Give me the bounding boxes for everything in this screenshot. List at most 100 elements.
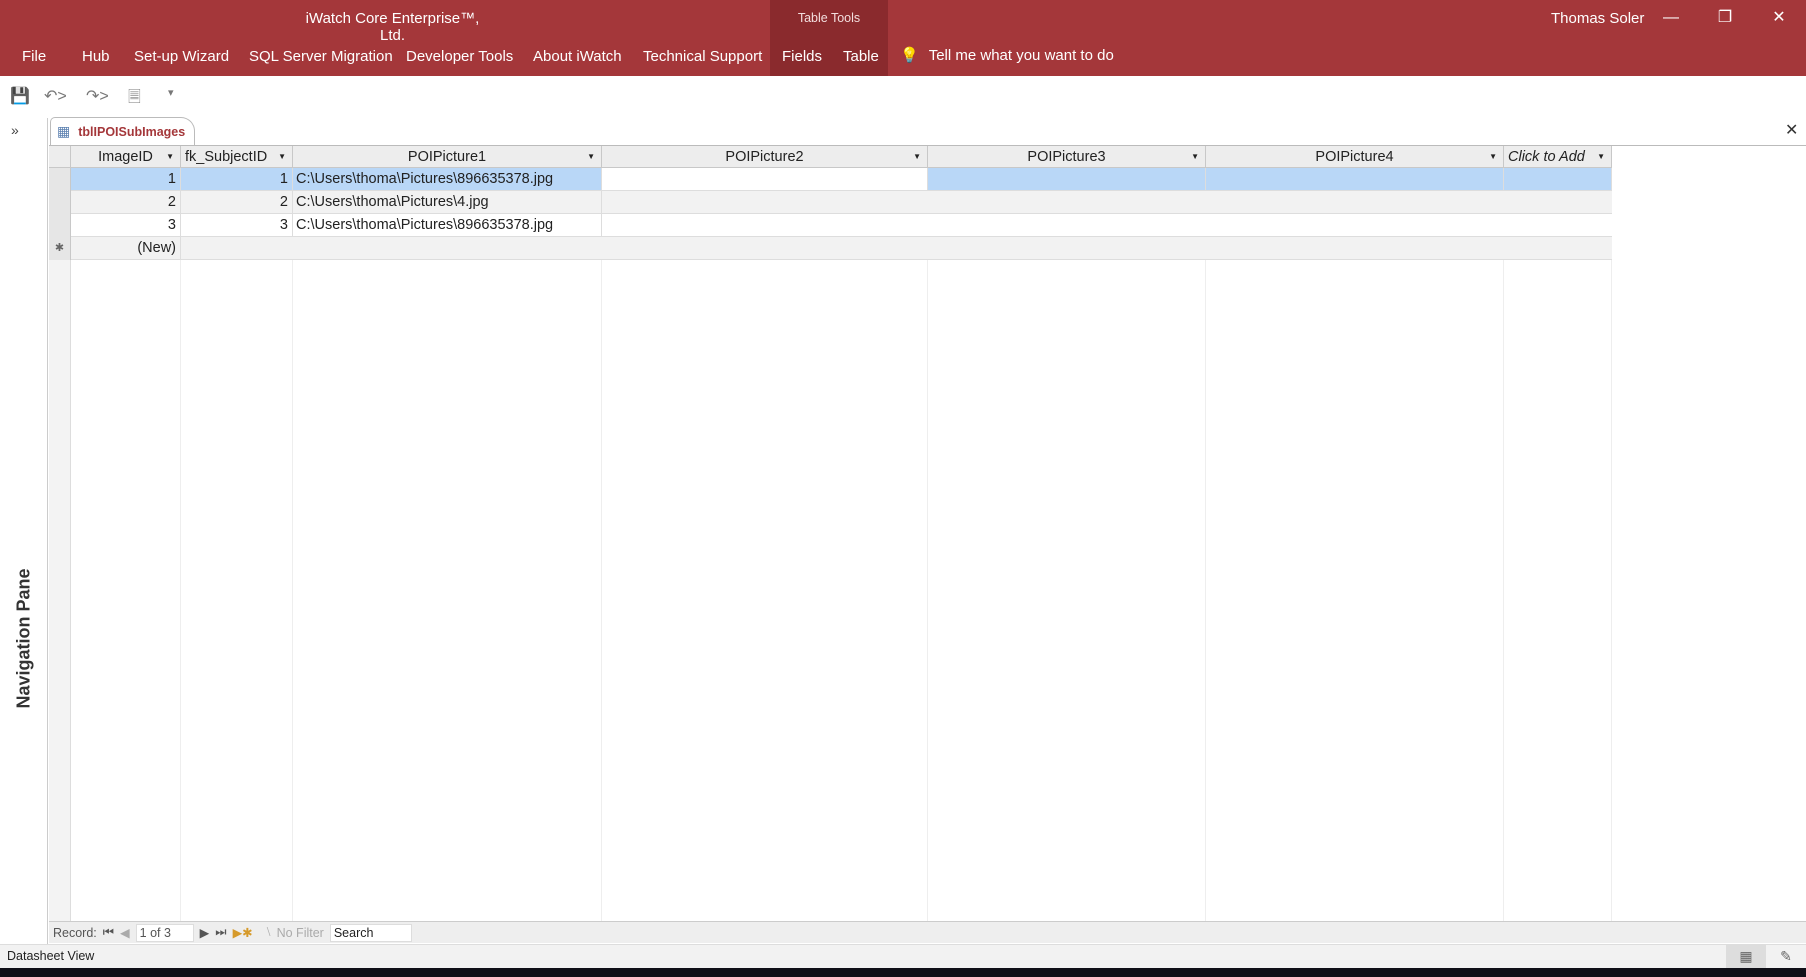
document-tab[interactable]: ▦ tblIPOISubImages: [50, 117, 195, 145]
record-navigation-bar: Record: ⏮ ◀ 1 of 3 ▶ ⏭ ▶✱ ⧵ No Filter Se…: [49, 921, 1806, 943]
dropdown-arrow-icon[interactable]: ▼: [278, 146, 286, 168]
header-label: Click to Add: [1508, 149, 1585, 165]
customize-qat-icon[interactable]: ▾: [168, 86, 174, 108]
column-header-poipicture3[interactable]: POIPicture3 ▼: [928, 146, 1206, 168]
navigation-pane[interactable]: » Navigation Pane: [0, 118, 48, 944]
menu-fields[interactable]: Fields: [782, 48, 822, 65]
cell-poipicture2[interactable]: [602, 168, 928, 190]
first-record-icon[interactable]: ⏮: [103, 925, 114, 940]
cell-imageid[interactable]: 1: [71, 168, 181, 190]
header-label: POIPicture4: [1315, 149, 1394, 165]
dropdown-arrow-icon[interactable]: ▼: [1597, 146, 1605, 168]
cell-poipicture1[interactable]: C:\Users\thoma\Pictures\4.jpg: [293, 191, 602, 213]
cell-click-to-add[interactable]: [1504, 168, 1612, 190]
column-header-click-to-add[interactable]: Click to Add ▼: [1504, 146, 1612, 168]
menu-table[interactable]: Table: [843, 48, 879, 65]
row-selector[interactable]: [49, 214, 71, 237]
title-bar: Table Tools iWatch Core Enterprise™, Ltd…: [0, 0, 1806, 76]
dropdown-arrow-icon[interactable]: ▼: [1489, 146, 1497, 168]
row-selector[interactable]: [49, 168, 71, 191]
undo-icon[interactable]: ↶˃: [44, 86, 67, 108]
new-record-asterisk-icon[interactable]: ✱: [49, 237, 71, 260]
header-label: POIPicture3: [1027, 149, 1106, 165]
current-record-input[interactable]: 1 of 3: [135, 923, 194, 942]
cell-poipicture1[interactable]: C:\Users\thoma\Pictures\896635378.jpg: [293, 214, 602, 236]
last-record-icon[interactable]: ⏭: [215, 925, 226, 940]
redo-icon[interactable]: ↷˃: [86, 86, 109, 108]
datasheet-grid[interactable]: ImageID ▼ fk_SubjectID ▼ POIPicture1 ▼ POIP…: [49, 145, 1806, 921]
cell-poipicture1[interactable]: C:\Users\thoma\Pictures\896635378.jpg: [293, 168, 602, 190]
menu-about-iwatch[interactable]: About iWatch: [533, 48, 622, 65]
select-all[interactable]: [49, 146, 71, 168]
menu-hub[interactable]: Hub: [82, 48, 110, 65]
header-label: POIPicture2: [725, 149, 804, 165]
lightbulb-icon: 💡: [900, 47, 919, 64]
tell-me-box[interactable]: 💡 Tell me what you want to do: [900, 46, 1114, 65]
column-area: [181, 146, 293, 921]
table-icon: ▦: [57, 123, 71, 139]
datasheet-view-icon[interactable]: ▦: [1726, 944, 1766, 968]
restore-button[interactable]: ❐: [1705, 4, 1745, 32]
cell-fk-subjectid[interactable]: 1: [181, 168, 293, 190]
column-header-fk-subjectid[interactable]: fk_SubjectID ▼: [181, 146, 293, 168]
window-title: iWatch Core Enterprise™, Ltd.: [305, 10, 480, 44]
table-row[interactable]: 2 2 C:\Users\thoma\Pictures\4.jpg: [49, 191, 1612, 214]
filter-icon[interactable]: ⧵: [267, 925, 271, 940]
minimize-button[interactable]: —: [1651, 4, 1691, 32]
close-document-icon[interactable]: ✕: [1785, 120, 1798, 140]
cell-fk-subjectid[interactable]: 2: [181, 191, 293, 213]
dropdown-arrow-icon[interactable]: ▼: [913, 146, 921, 168]
cell-poipicture4[interactable]: [1206, 168, 1504, 190]
row-selector-column: [49, 146, 71, 921]
menu-developer-tools[interactable]: Developer Tools: [406, 48, 513, 65]
context-tab-label: Table Tools: [797, 11, 861, 25]
expand-chevron-icon[interactable]: »: [11, 122, 19, 138]
new-record-icon[interactable]: ▶✱: [233, 925, 253, 940]
dropdown-arrow-icon[interactable]: ▼: [166, 146, 174, 168]
document-tab-label: tblIPOISubImages: [78, 124, 186, 139]
tell-me-text: Tell me what you want to do: [928, 46, 1114, 64]
column-area: [293, 146, 602, 921]
taskbar: [0, 968, 1806, 977]
table-row[interactable]: 3 3 C:\Users\thoma\Pictures\896635378.jp…: [49, 214, 1612, 237]
table-row[interactable]: 1 1 C:\Users\thoma\Pictures\896635378.jp…: [49, 168, 1612, 191]
menu-technical-support[interactable]: Technical Support: [643, 48, 762, 65]
column-header-poipicture4[interactable]: POIPicture4 ▼: [1206, 146, 1504, 168]
header-label: POIPicture1: [407, 149, 487, 165]
no-filter-button[interactable]: No Filter: [277, 926, 324, 940]
column-area: [1504, 146, 1612, 921]
user-name[interactable]: Thomas Soler: [1551, 10, 1644, 27]
cell-poipicture3[interactable]: [928, 168, 1206, 190]
column-header-poipicture1[interactable]: POIPicture1 ▼: [293, 146, 602, 168]
design-view-icon[interactable]: ✎: [1766, 944, 1806, 968]
refresh-icon[interactable]: 🗏: [128, 86, 141, 108]
search-input[interactable]: Search: [329, 923, 412, 942]
previous-record-icon[interactable]: ◀: [120, 925, 130, 940]
record-label: Record:: [53, 925, 97, 940]
cell-imageid[interactable]: 3: [71, 214, 181, 236]
column-header-imageid[interactable]: ImageID ▼: [71, 146, 181, 168]
column-header-poipicture2[interactable]: POIPicture2 ▼: [602, 146, 928, 168]
status-bar: Datasheet View: [0, 944, 1806, 968]
dropdown-arrow-icon[interactable]: ▼: [587, 146, 595, 168]
menu-file[interactable]: File: [22, 48, 46, 65]
cell-fk-subjectid[interactable]: 3: [181, 214, 293, 236]
close-button[interactable]: ✕: [1759, 4, 1799, 32]
column-area: [602, 146, 928, 921]
dropdown-arrow-icon[interactable]: ▼: [1191, 146, 1199, 168]
menu-setup-wizard[interactable]: Set-up Wizard: [134, 48, 229, 65]
cell-imageid[interactable]: 2: [71, 191, 181, 213]
column-area: [928, 146, 1206, 921]
menu-sql-server-migration[interactable]: SQL Server Migration: [249, 48, 393, 65]
new-record-label[interactable]: (New): [71, 237, 181, 259]
navigation-pane-label[interactable]: Navigation Pane: [14, 568, 35, 708]
save-icon[interactable]: 💾: [10, 86, 30, 108]
header-label: ImageID: [98, 149, 153, 165]
column-area: [1206, 146, 1504, 921]
new-record-row[interactable]: ✱ (New): [49, 237, 1612, 260]
column-area: [71, 146, 181, 921]
next-record-icon[interactable]: ▶: [200, 925, 210, 940]
header-label: fk_SubjectID: [185, 149, 268, 165]
status-view-label: Datasheet View: [7, 949, 95, 963]
row-selector[interactable]: [49, 191, 71, 214]
